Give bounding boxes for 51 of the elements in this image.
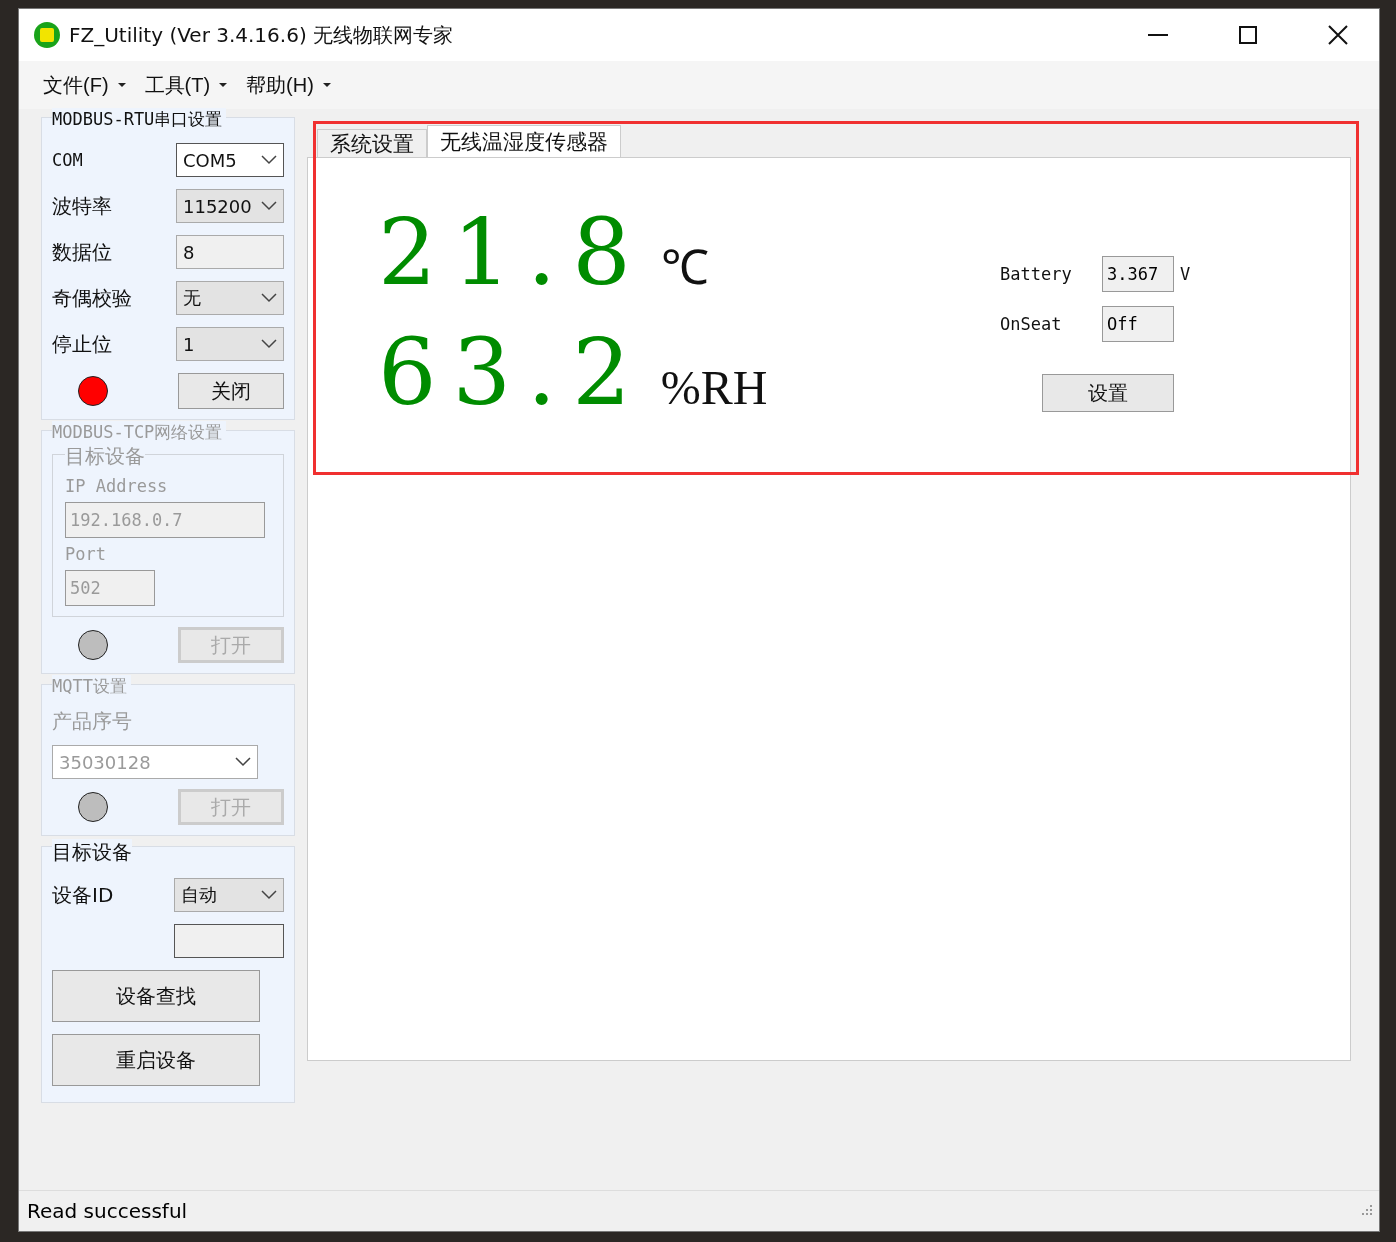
field-label: OnSeat — [1000, 314, 1063, 334]
action-button[interactable]: 设备查找 — [52, 970, 260, 1022]
dropdown[interactable]: COM5 — [176, 143, 284, 177]
maximize-icon — [1239, 26, 1257, 44]
chevron-down-icon — [261, 890, 277, 900]
field-label: 停止位 — [52, 330, 112, 358]
field-label: 波特率 — [52, 192, 112, 220]
field-label: 设备ID — [52, 881, 114, 909]
unit-label: V — [1180, 264, 1192, 284]
menu-item[interactable]: 文件(F) — [43, 71, 127, 99]
dropdown[interactable]: 115200 — [176, 189, 284, 223]
field-label: IP Address — [65, 476, 169, 496]
humidity-reading: 63.2 — [378, 318, 647, 429]
chevron-down-icon — [261, 201, 277, 211]
field-label: COM — [52, 150, 83, 170]
chevron-down-icon — [261, 155, 277, 165]
close-icon — [1328, 25, 1348, 45]
caret-icon — [116, 82, 127, 88]
window-title: FZ_Utility (Ver 3.4.16.6) 无线物联网专家 — [69, 21, 455, 49]
menu-item[interactable]: 工具(T) — [144, 71, 229, 99]
action-button[interactable]: 重启设备 — [52, 1034, 260, 1086]
input-field[interactable]: Off — [1102, 306, 1174, 342]
input-field[interactable] — [174, 924, 284, 958]
chevron-down-icon — [235, 757, 251, 767]
dropdown[interactable]: 无 — [176, 281, 284, 315]
tab[interactable]: 无线温湿度传感器 — [427, 125, 621, 157]
field-label: 奇偶校验 — [52, 284, 132, 312]
caret-icon — [321, 82, 332, 88]
status-text: Read successful — [27, 1199, 188, 1223]
field-label: Battery — [1000, 264, 1073, 284]
field-label: Port — [65, 544, 107, 564]
settings-button[interactable]: 设置 — [1042, 374, 1174, 412]
app-logo-icon — [33, 21, 61, 49]
field-label: 产品序号 — [52, 708, 133, 735]
input-field[interactable]: 3.367 — [1102, 256, 1174, 292]
close-port-button[interactable]: 关闭 — [178, 373, 284, 409]
temperature-reading: 21.8 — [378, 198, 647, 308]
dropdown[interactable]: 1 — [176, 327, 284, 361]
resize-grip-icon — [1359, 1204, 1373, 1218]
group-title: MODBUS-TCP网络设置 — [52, 421, 227, 444]
unit-label: %RH — [660, 360, 768, 416]
input-field[interactable]: 8 — [176, 235, 284, 269]
menu-item[interactable]: 帮助(H) — [246, 71, 332, 99]
unit-label: ℃ — [660, 240, 709, 296]
dropdown[interactable]: 自动 — [174, 878, 284, 912]
tab[interactable]: 系统设置 — [317, 129, 427, 157]
chevron-down-icon — [261, 293, 277, 303]
chevron-down-icon — [261, 339, 277, 349]
minimize-icon — [1148, 34, 1168, 36]
caret-icon — [218, 82, 229, 88]
field-label: 数据位 — [52, 238, 112, 266]
